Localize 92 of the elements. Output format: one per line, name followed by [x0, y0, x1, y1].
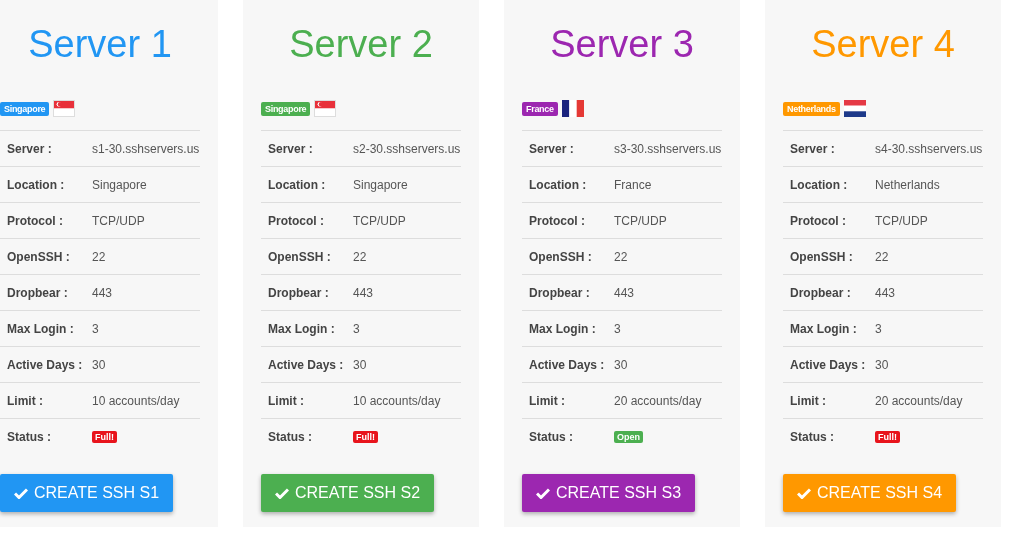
field-value: 443 — [614, 285, 635, 300]
field-value: 30 — [92, 357, 106, 372]
field-label: Dropbear : — [268, 285, 330, 300]
check-icon — [275, 487, 289, 499]
field-label: Active Days : — [529, 357, 606, 372]
field-value: 22 — [92, 249, 106, 264]
field-label: Dropbear : — [529, 285, 591, 300]
status-badge: Open — [614, 430, 643, 443]
field-value: TCP/UDP — [614, 213, 667, 228]
field-label: Status : — [790, 429, 835, 444]
field-value: 20 accounts/day — [614, 393, 702, 408]
field-label: Max Login : — [7, 321, 75, 336]
field-value: France — [614, 177, 652, 192]
field-label: Location : — [529, 177, 588, 192]
country-label: Singapore — [261, 101, 311, 116]
server-title: Server 2 — [288, 22, 434, 61]
flag-icon — [843, 100, 866, 117]
field-label: Limit : — [790, 393, 827, 408]
field-value: 10 accounts/day — [353, 393, 441, 408]
field-value: 20 accounts/day — [875, 393, 963, 408]
field-value: s4-30.sshservers.us — [875, 141, 983, 156]
field-label: Active Days : — [7, 357, 84, 372]
field-value: 22 — [353, 249, 367, 264]
field-value: 3 — [614, 321, 621, 336]
server-title: Server 1 — [27, 22, 173, 61]
field-value: Singapore — [92, 177, 147, 192]
field-value: Netherlands — [875, 177, 940, 192]
field-label: Max Login : — [529, 321, 597, 336]
field-label: OpenSSH : — [529, 249, 593, 264]
field-label: Protocol : — [7, 213, 64, 228]
field-label: Status : — [268, 429, 313, 444]
create-ssh-button[interactable]: CREATE SSH S3 — [522, 474, 696, 512]
check-icon — [14, 487, 28, 499]
field-value: 443 — [353, 285, 374, 300]
field-value: 22 — [614, 249, 628, 264]
field-value: s3-30.sshservers.us — [614, 141, 722, 156]
field-value: 30 — [614, 357, 628, 372]
field-value: 3 — [875, 321, 882, 336]
field-value: 10 accounts/day — [92, 393, 180, 408]
field-label: OpenSSH : — [7, 249, 71, 264]
field-label: Protocol : — [268, 213, 325, 228]
field-label: Server : — [529, 141, 575, 156]
status-badge: Full! — [92, 430, 117, 443]
create-ssh-button[interactable]: CREATE SSH S2 — [261, 474, 435, 512]
status-badge: Full! — [875, 430, 900, 443]
field-label: OpenSSH : — [790, 249, 854, 264]
create-ssh-button[interactable]: CREATE SSH S4 — [783, 474, 957, 512]
server-title: Server 4 — [810, 22, 956, 61]
country-label: France — [522, 101, 558, 116]
field-value: 30 — [353, 357, 367, 372]
field-value: TCP/UDP — [92, 213, 145, 228]
field-label: Status : — [529, 429, 574, 444]
check-icon — [536, 487, 550, 499]
field-label: Location : — [7, 177, 66, 192]
field-value: 30 — [875, 357, 889, 372]
field-label: Limit : — [529, 393, 566, 408]
field-label: Limit : — [268, 393, 305, 408]
field-value: 443 — [875, 285, 896, 300]
field-value: s1-30.sshservers.us — [92, 141, 200, 156]
server-title: Server 3 — [549, 22, 695, 61]
field-label: Active Days : — [268, 357, 345, 372]
field-label: Active Days : — [790, 357, 867, 372]
field-label: Status : — [7, 429, 52, 444]
field-label: Server : — [7, 141, 53, 156]
field-label: Max Login : — [268, 321, 336, 336]
field-value: Singapore — [353, 177, 408, 192]
field-label: Limit : — [7, 393, 44, 408]
field-value: TCP/UDP — [353, 213, 406, 228]
check-icon — [797, 487, 811, 499]
field-label: Max Login : — [790, 321, 858, 336]
country-label: Singapore — [0, 101, 50, 116]
field-value: 3 — [353, 321, 360, 336]
field-label: Location : — [268, 177, 327, 192]
status-badge: Full! — [353, 430, 378, 443]
country-label: Netherlands — [783, 101, 840, 116]
field-label: Server : — [790, 141, 836, 156]
field-label: Server : — [268, 141, 314, 156]
field-label: Location : — [790, 177, 849, 192]
flag-icon — [53, 100, 76, 117]
field-label: Dropbear : — [790, 285, 852, 300]
field-value: TCP/UDP — [875, 213, 928, 228]
field-value: s2-30.sshservers.us — [353, 141, 461, 156]
field-value: 443 — [92, 285, 113, 300]
field-label: Dropbear : — [7, 285, 69, 300]
field-label: Protocol : — [529, 213, 586, 228]
field-value: 22 — [875, 249, 889, 264]
field-value: 3 — [92, 321, 99, 336]
field-label: Protocol : — [790, 213, 847, 228]
flag-icon — [314, 100, 337, 117]
field-label: OpenSSH : — [268, 249, 332, 264]
create-ssh-button[interactable]: CREATE SSH S1 — [0, 474, 174, 512]
flag-icon — [561, 100, 584, 117]
